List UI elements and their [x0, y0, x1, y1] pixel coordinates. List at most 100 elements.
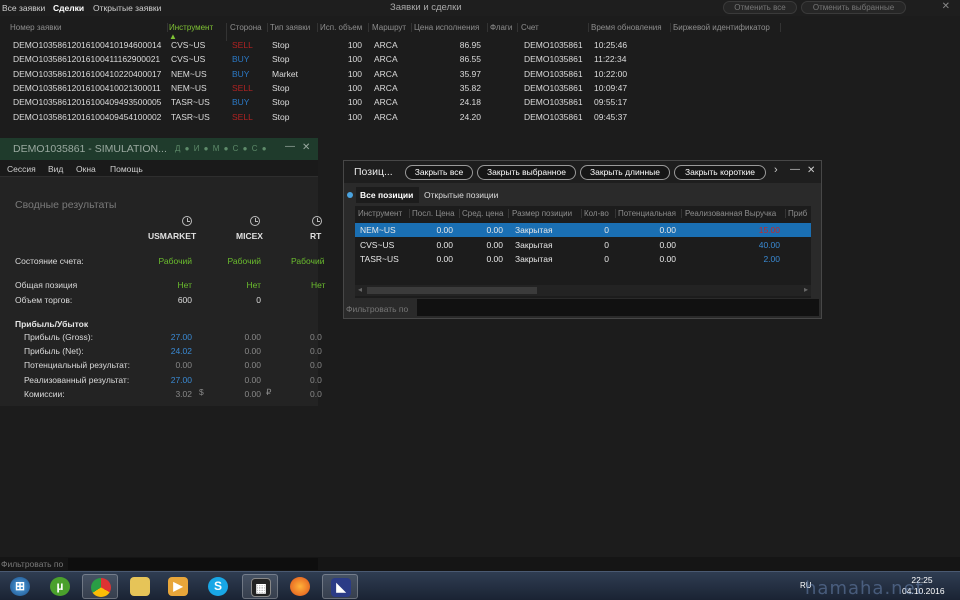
utorrent-icon: µ: [50, 577, 70, 596]
table-row[interactable]: DEMO10358612016100410220400017 NEM~US BUY M…: [0, 67, 960, 81]
col-route[interactable]: Маршрут: [372, 23, 412, 32]
table-row[interactable]: NEM~US 0.00 0.00 Закрытая 0 0.00 15.00: [355, 223, 811, 237]
minimize-icon[interactable]: —: [790, 164, 800, 175]
scrollbar-thumb[interactable]: [367, 287, 537, 294]
cell-filled-qty: 100: [347, 68, 362, 79]
minimize-icon[interactable]: —: [285, 141, 295, 152]
cell-account: DEMO1035861: [524, 68, 583, 79]
currency-ruble: ₽: [266, 387, 272, 397]
col-flags[interactable]: Флаги: [490, 23, 518, 32]
scroll-right-icon[interactable]: ▸: [804, 285, 808, 294]
close-icon[interactable]: ✕: [807, 165, 815, 176]
menu-session[interactable]: Сессия: [7, 164, 36, 174]
table-row[interactable]: CVS~US 0.00 0.00 Закрытая 0 0.00 40.00: [355, 238, 811, 252]
menu-help[interactable]: Помощь: [110, 164, 143, 174]
close-selected-button[interactable]: Закрыть выбранное: [477, 165, 576, 180]
start-button[interactable]: ⊞: [2, 574, 38, 599]
summary-title-bar[interactable]: DEMO1035861 - SIMULATION... Д ● И ● М ● …: [0, 138, 318, 160]
market-rts: RT: [310, 231, 322, 241]
col-account[interactable]: Счет: [521, 23, 589, 32]
cancel-selected-button[interactable]: Отменить выбранные: [801, 1, 906, 14]
close-all-button[interactable]: Закрыть все: [405, 165, 473, 180]
cell-side: BUY: [232, 68, 250, 79]
col-avg-price[interactable]: Сред. цена: [462, 209, 509, 218]
tab-trades[interactable]: Сделки: [53, 3, 84, 13]
table-row[interactable]: DEMO10358612016100411162900021 CVS~US BUY S…: [0, 52, 960, 66]
close-icon[interactable]: ✕: [942, 1, 950, 12]
menu-windows[interactable]: Окна: [76, 164, 96, 174]
col-potential[interactable]: Потенциальная: [618, 209, 682, 218]
col-position-size[interactable]: Размер позиции: [512, 209, 582, 218]
tab-open-positions[interactable]: Открытые позиции: [424, 190, 498, 200]
col-exec-price[interactable]: Цена исполнения: [414, 23, 488, 32]
scroll-left-icon[interactable]: ◂: [358, 285, 362, 294]
cell-route: ARCA: [374, 111, 398, 122]
taskbar-skype[interactable]: S: [200, 574, 236, 599]
cell-filled-qty: 100: [347, 82, 362, 93]
potential-result-label: Потенциальный результат:: [24, 360, 130, 370]
state-value: Рабочий: [227, 256, 261, 266]
col-instrument[interactable]: Инструмент: [358, 209, 410, 218]
cell-order-id: DEMO10358612016100409493500005: [13, 97, 162, 108]
table-row[interactable]: DEMO10358612016100410021300011 NEM~US SELL…: [0, 81, 960, 95]
taskbar-utorrent[interactable]: µ: [42, 574, 78, 599]
cell-position-size: Закрытая: [515, 239, 553, 250]
trade-volume-label: Объем торгов:: [15, 295, 73, 305]
taskbar-explorer[interactable]: [122, 574, 158, 599]
cell-instrument: CVS~US: [171, 40, 206, 50]
col-qty[interactable]: Кол-во: [584, 209, 616, 218]
taskbar-chrome[interactable]: [82, 574, 118, 599]
col-realized[interactable]: Реализованная Выручка: [685, 209, 786, 218]
col-update-time[interactable]: Время обновления: [591, 23, 671, 32]
status-dots: Д ● И ● М ● С ● С ●: [175, 144, 268, 153]
cell-update-time: 11:22:34: [594, 54, 627, 65]
close-long-button[interactable]: Закрыть длинные: [580, 165, 670, 180]
menu-view[interactable]: Вид: [48, 164, 63, 174]
table-row[interactable]: DEMO10358612016100409493500005 TASR~US BUY…: [0, 95, 960, 109]
cell-exec-price: 35.97: [459, 68, 481, 79]
taskbar-video-editor[interactable]: ▦: [242, 574, 278, 599]
filter-input[interactable]: [417, 299, 819, 316]
window-title: Заявки и сделки: [390, 2, 462, 13]
col-profit[interactable]: Приб: [788, 209, 810, 218]
horizontal-scrollbar[interactable]: ◂ ▸: [355, 285, 811, 296]
cell-filled-qty: 100: [347, 111, 362, 122]
cell-side: SELL: [232, 82, 253, 93]
cell-order-type: Market: [272, 68, 298, 79]
col-last-price[interactable]: Посл. Цена: [412, 209, 460, 218]
chevron-right-icon[interactable]: ›: [774, 164, 778, 176]
cancel-all-button[interactable]: Отменить все: [723, 1, 797, 14]
tab-all-orders[interactable]: Все заявки: [2, 3, 45, 13]
col-filled-qty[interactable]: Исп. объем: [320, 23, 369, 32]
clock-icon: [312, 216, 322, 226]
close-icon[interactable]: ✕: [302, 142, 310, 153]
cell-update-time: 10:22:00: [594, 68, 628, 79]
cell-instrument: TASR~US: [360, 254, 399, 264]
table-row[interactable]: DEMO10358612016100410194600014 CVS~US SELL…: [0, 38, 960, 52]
col-order-id[interactable]: Номер заявки: [10, 23, 168, 32]
cell-filled-qty: 100: [347, 97, 362, 108]
cell-instrument: TASR~US: [171, 97, 210, 108]
positions-title-bar[interactable]: Позиц... Закрыть все Закрыть выбранное З…: [344, 161, 821, 183]
taskbar-firefox[interactable]: [282, 574, 318, 599]
close-short-button[interactable]: Закрыть короткие: [674, 165, 766, 180]
table-row[interactable]: TASR~US 0.00 0.00 Закрытая 0 0.00 2.00: [355, 252, 811, 266]
cell-order-type: Stop: [272, 54, 290, 65]
col-order-type[interactable]: Тип заявки: [270, 23, 318, 32]
col-side[interactable]: Сторона: [230, 23, 268, 32]
folder-icon: [130, 577, 150, 596]
table-row[interactable]: DEMO10358612016100409454100002 TASR~US SEL…: [0, 110, 960, 124]
tab-all-positions[interactable]: Все позиции: [356, 187, 420, 203]
cell-account: DEMO1035861: [524, 97, 583, 108]
cell-order-id: DEMO10358612016100410194600014: [13, 40, 162, 50]
taskbar-trading-app[interactable]: ◣: [322, 574, 358, 599]
cell-route: ARCA: [374, 68, 398, 79]
realized-value: 27.00: [170, 375, 192, 385]
cell-instrument: NEM~US: [171, 82, 207, 93]
col-exchange-id[interactable]: Биржевой идентификатор: [673, 23, 781, 32]
cell-update-time: 09:45:37: [594, 111, 628, 122]
taskbar-media-player[interactable]: ▶: [160, 574, 196, 599]
filter-input[interactable]: [68, 558, 318, 570]
tab-open-orders[interactable]: Открытые заявки: [93, 3, 161, 13]
potential-value: 0.0: [310, 360, 322, 370]
